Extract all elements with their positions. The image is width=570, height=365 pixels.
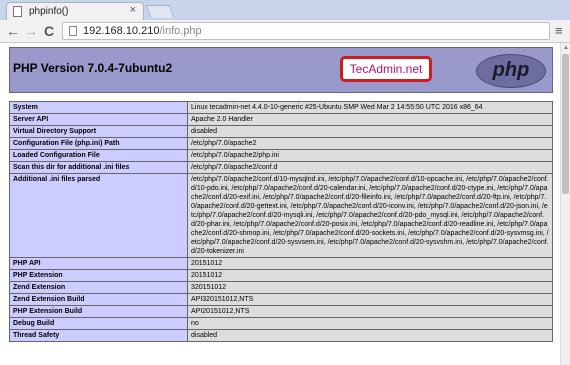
scroll-up-icon[interactable]: ▲ <box>563 45 569 51</box>
url-path: /info.php <box>159 25 202 37</box>
browser-toolbar: ← → C 192.168.10.210/info.php ≡ <box>0 20 570 43</box>
row-value: Linux tecadmin-net 4.4.0-10-generic #25-… <box>187 101 553 114</box>
row-value: disabled <box>187 329 553 342</box>
row-key: Virtual Directory Support <box>9 125 188 138</box>
row-key: Thread Safety <box>9 329 188 342</box>
scrollbar-thumb[interactable] <box>562 54 569 194</box>
menu-icon[interactable]: ≡ <box>555 23 563 38</box>
page-icon <box>13 6 22 17</box>
new-tab-button[interactable] <box>145 5 175 18</box>
url-text: 192.168.10.210/info.php <box>83 25 202 37</box>
reload-icon[interactable]: C <box>44 22 54 40</box>
browser-titlebar: phpinfo() × <box>0 0 570 20</box>
row-key: Zend Extension <box>9 281 188 294</box>
forward-arrow-icon[interactable]: → <box>24 22 38 40</box>
row-value: /etc/php/7.0/apache2/conf.d/10-mysqlnd.i… <box>187 173 553 258</box>
table-row: Scan this dir for additional .ini files /… <box>9 161 553 174</box>
row-value: API20151012,NTS <box>187 305 553 318</box>
row-key: Debug Build <box>9 317 188 330</box>
row-value: 20151012 <box>187 269 553 282</box>
table-row: Configuration File (php.ini) Path/etc/ph… <box>9 137 553 150</box>
row-key: Configuration File (php.ini) Path <box>9 137 188 150</box>
tab-phpinfo[interactable]: phpinfo() × <box>6 2 144 20</box>
table-row: Zend Extension 320151012 <box>9 281 553 294</box>
php-version-title: PHP Version 7.0.4-7ubuntu2 <box>13 61 173 75</box>
table-row: Zend Extension Build API320151012,NTS <box>9 293 553 306</box>
row-key: PHP API <box>9 257 188 270</box>
back-arrow-icon[interactable]: ← <box>6 22 20 40</box>
address-bar[interactable]: 192.168.10.210/info.php <box>62 22 550 40</box>
table-row: System Linux tecadmin-net 4.4.0-10-generi… <box>9 101 553 114</box>
row-value: Apache 2.0 Handler <box>187 113 553 126</box>
table-row: Loaded Configuration File/etc/php/7.0/ap… <box>9 149 553 162</box>
php-header: PHP Version 7.0.4-7ubuntu2 TecAdmin.net … <box>9 47 553 93</box>
row-value: API320151012,NTS <box>187 293 553 306</box>
row-key: Loaded Configuration File <box>9 149 188 162</box>
scrollbar[interactable]: ▲ <box>560 43 570 365</box>
row-value: disabled <box>187 125 553 138</box>
row-value: 320151012 <box>187 281 553 294</box>
table-row: Additional .ini files parsed/etc/php/7.0… <box>9 173 553 258</box>
tab-title: phpinfo() <box>29 6 69 17</box>
row-value: /etc/php/7.0/apache2/conf.d <box>187 161 553 174</box>
close-icon[interactable]: × <box>130 4 136 16</box>
info-table: System Linux tecadmin-net 4.4.0-10-generi… <box>9 101 553 342</box>
table-row: PHP Extension Build API20151012,NTS <box>9 305 553 318</box>
table-row: Virtual Directory Support disabled <box>9 125 553 138</box>
row-key: PHP Extension <box>9 269 188 282</box>
row-value: 20151012 <box>187 257 553 270</box>
table-row: PHP Extension 20151012 <box>9 269 553 282</box>
tecadmin-badge: TecAdmin.net <box>340 56 432 82</box>
row-key: Server API <box>9 113 188 126</box>
php-logo: php <box>476 54 546 88</box>
row-key: Zend Extension Build <box>9 293 188 306</box>
page-content: PHP Version 7.0.4-7ubuntu2 TecAdmin.net … <box>0 43 560 365</box>
row-key: Scan this dir for additional .ini files <box>9 161 188 174</box>
row-value: /etc/php/7.0/apache2/php.ini <box>187 149 553 162</box>
row-value: /etc/php/7.0/apache2 <box>187 137 553 150</box>
table-row: Server API Apache 2.0 Handler <box>9 113 553 126</box>
table-row: Debug Build no <box>9 317 553 330</box>
table-row: Thread Safety disabled <box>9 329 553 342</box>
row-value: no <box>187 317 553 330</box>
row-key: PHP Extension Build <box>9 305 188 318</box>
page-icon <box>69 26 77 36</box>
url-host: 192.168.10.210 <box>83 25 160 37</box>
table-row: PHP API 20151012 <box>9 257 553 270</box>
badge-label: TecAdmin.net <box>349 62 423 76</box>
row-key: Additional .ini files parsed <box>9 173 188 258</box>
php-logo-text: php <box>492 59 530 81</box>
row-key: System <box>9 101 188 114</box>
